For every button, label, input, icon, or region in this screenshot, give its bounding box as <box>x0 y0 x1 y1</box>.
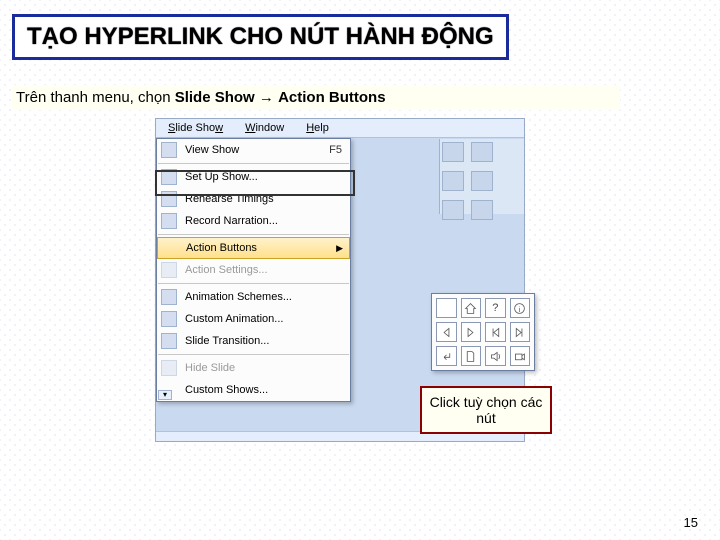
ab-sound[interactable] <box>485 346 506 366</box>
menubar-help[interactable]: Help <box>296 120 339 136</box>
callout-box: Click tuỳ chọn các nút <box>420 386 552 434</box>
mi-label: Custom Shows... <box>185 384 268 396</box>
menu-separator <box>158 163 349 164</box>
mi-label: Animation Schemes... <box>185 291 292 303</box>
mi-hide-slide: Hide Slide <box>157 357 350 379</box>
star-icon <box>161 311 177 327</box>
mi-label: Slide Transition... <box>185 335 269 347</box>
toolbar-button[interactable] <box>471 171 493 191</box>
menu-bar: Slide Show Window Help <box>156 119 524 138</box>
slideshow-dropdown-menu: View Show F5 Set Up Show... Rehearse Timi… <box>156 138 351 402</box>
mi-label: Action Settings... <box>185 264 268 276</box>
slide-number: 15 <box>684 515 698 530</box>
mi-slide-transition[interactable]: Slide Transition... <box>157 330 350 352</box>
projector-icon <box>161 142 177 158</box>
ab-return[interactable] <box>436 346 457 366</box>
mi-rehearse[interactable]: Rehearse Timings <box>157 188 350 210</box>
ab-document[interactable] <box>461 346 482 366</box>
mi-custom-animation[interactable]: Custom Animation... <box>157 308 350 330</box>
toolbar-button[interactable] <box>442 171 464 191</box>
ab-help[interactable]: ? <box>485 298 506 318</box>
mi-action-buttons[interactable]: Action Buttons ▶ <box>157 237 350 259</box>
mic-icon <box>161 213 177 229</box>
transition-icon <box>161 333 177 349</box>
menu-separator <box>158 234 349 235</box>
gear-icon <box>161 169 177 185</box>
ab-last[interactable] <box>510 322 531 342</box>
menu-separator <box>158 283 349 284</box>
mi-label: Custom Animation... <box>185 313 283 325</box>
clock-icon <box>161 191 177 207</box>
mi-custom-shows[interactable]: Custom Shows... <box>157 379 350 401</box>
menubar-slideshow[interactable]: Slide Show <box>158 120 233 136</box>
slide-title: TẠO HYPERLINK CHO NÚT HÀNH ĐỘNG <box>12 14 509 60</box>
instr-pre: Trên thanh menu, chọn <box>16 89 175 106</box>
mi-view-show[interactable]: View Show F5 <box>157 139 350 161</box>
mi-action-settings: Action Settings... <box>157 259 350 281</box>
instr-b2: Action Buttons <box>278 89 385 106</box>
mi-animation-schemes[interactable]: Animation Schemes... <box>157 286 350 308</box>
mi-record[interactable]: Record Narration... <box>157 210 350 232</box>
chevron-right-icon: ▶ <box>336 243 343 254</box>
mi-label: Action Buttons <box>186 242 257 254</box>
instruction-line: Trên thanh menu, chọn Slide Show → Actio… <box>12 85 620 110</box>
ab-info[interactable]: i <box>510 298 531 318</box>
mi-label: View Show <box>185 144 239 156</box>
mi-label: Set Up Show... <box>185 171 258 183</box>
mi-label: Record Narration... <box>185 215 278 227</box>
ab-back[interactable] <box>436 322 457 342</box>
hide-icon <box>161 360 177 376</box>
menu-expand-icon[interactable]: ▾ <box>158 390 172 400</box>
mi-setup-show[interactable]: Set Up Show... <box>157 166 350 188</box>
ab-blank[interactable] <box>436 298 457 318</box>
cursor-icon <box>161 262 177 278</box>
ab-home[interactable] <box>461 298 482 318</box>
toolbar-button[interactable] <box>442 200 464 220</box>
mi-label: Hide Slide <box>185 362 235 374</box>
menu-separator <box>158 354 349 355</box>
mi-shortcut: F5 <box>329 144 342 156</box>
mi-label: Rehearse Timings <box>185 193 274 205</box>
action-buttons-palette: ? i <box>431 293 535 371</box>
menubar-window[interactable]: Window <box>235 120 294 136</box>
ab-forward[interactable] <box>461 322 482 342</box>
toolbar-button[interactable] <box>471 200 493 220</box>
ab-first[interactable] <box>485 322 506 342</box>
toolbar-strip <box>439 139 524 214</box>
instr-b1: Slide Show <box>175 89 255 106</box>
svg-text:i: i <box>519 304 521 313</box>
menubar-slideshow-label: lide Show <box>175 122 223 134</box>
toolbar-button[interactable] <box>471 142 493 162</box>
toolbar-button[interactable] <box>442 142 464 162</box>
instr-arrow: → <box>255 89 278 106</box>
ab-movie[interactable] <box>510 346 531 366</box>
sparkle-icon <box>161 289 177 305</box>
